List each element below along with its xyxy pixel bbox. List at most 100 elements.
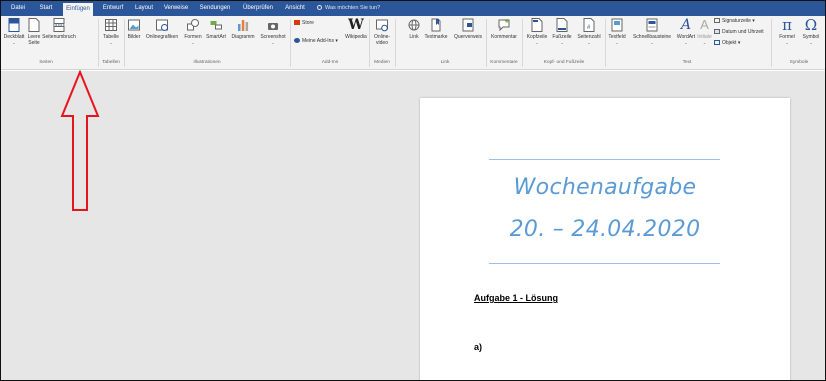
- document-page[interactable]: Wochenaufgabe 20. – 24.04.2020 Aufgabe 1…: [420, 98, 790, 380]
- screenshot-button[interactable]: Screenshot ⌄: [257, 18, 289, 45]
- pi-icon: π: [782, 16, 792, 34]
- tell-me-label: Was möchten Sie tun?: [325, 5, 381, 11]
- blank-page-icon: [28, 18, 40, 32]
- textfeld-button[interactable]: Textfeld ⌄: [606, 18, 628, 45]
- chevron-down-icon: ⌄: [785, 40, 789, 45]
- wikipedia-button[interactable]: W Wikipedia: [344, 18, 368, 40]
- wordart-button[interactable]: A WordArt ⌄: [675, 18, 697, 45]
- fusszeile-button[interactable]: Fußzeile ⌄: [550, 18, 574, 45]
- lightbulb-icon: [317, 5, 322, 11]
- page-break-icon: [53, 18, 65, 32]
- tab-einfuegen[interactable]: Einfügen: [63, 3, 93, 16]
- initiale-button[interactable]: A Initiale ⌄: [696, 18, 713, 46]
- objekt-button[interactable]: Objekt ▾: [714, 40, 740, 47]
- symbol-button[interactable]: Ω Symbol ⌄: [799, 16, 823, 46]
- chevron-down-icon: ⌄: [12, 40, 16, 45]
- document-title-line1: Wochenaufgabe: [513, 175, 697, 200]
- deckblatt-button[interactable]: Deckblatt ⌄: [3, 18, 25, 45]
- picture-icon: [128, 19, 140, 31]
- wikipedia-icon: W: [348, 17, 364, 33]
- chevron-down-icon: ⌄: [684, 40, 688, 45]
- wordart-icon: A: [680, 17, 692, 33]
- cross-reference-icon: [462, 18, 474, 32]
- bilder-button[interactable]: Bilder: [125, 18, 143, 40]
- group-label-link: Link: [440, 60, 450, 65]
- seitenumbruch-label: Seitenumbruch: [42, 34, 76, 40]
- camera-icon: [268, 23, 278, 30]
- group-label-kopf-fuss: Kopf- und Fußzeile: [543, 60, 585, 65]
- diagramm-button[interactable]: Diagramm: [229, 18, 257, 40]
- textmarke-button[interactable]: Textmarke: [421, 18, 451, 40]
- tab-ueberpruefen[interactable]: Überprüfen: [240, 3, 276, 16]
- chevron-down-icon: ⌄: [650, 40, 654, 45]
- addins-icon: [294, 38, 300, 44]
- tab-ansicht[interactable]: Ansicht: [282, 3, 308, 16]
- header-icon: [531, 18, 543, 32]
- group-label-addins: Add-Ins: [321, 60, 339, 65]
- tab-entwurf[interactable]: Entwurf: [99, 3, 127, 16]
- kommentar-button[interactable]: Kommentar: [487, 18, 521, 40]
- onlinegrafiken-button[interactable]: Onlinegrafiken: [143, 18, 181, 40]
- tab-sendungen[interactable]: Sendungen: [197, 3, 233, 16]
- chevron-down-icon: ▾: [333, 38, 338, 44]
- tab-layout[interactable]: Layout: [132, 3, 156, 16]
- chevron-down-icon: ⌄: [809, 40, 813, 45]
- group-label-medien: Medien: [374, 60, 390, 65]
- chevron-down-icon: ⌄: [587, 40, 591, 45]
- group-label-seiten: Seiten: [39, 60, 53, 65]
- leere-seite-button[interactable]: Leere Seite: [26, 18, 42, 46]
- onlinevideo-button[interactable]: Online- video: [371, 18, 393, 46]
- title-rule-top: [489, 159, 720, 160]
- tell-me-search[interactable]: Was möchten Sie tun?: [317, 5, 380, 11]
- chevron-down-icon: ▾: [736, 40, 741, 46]
- online-video-icon: [376, 19, 388, 32]
- group-label-symbole: Symbole: [789, 60, 809, 65]
- datum-uhrzeit-button[interactable]: Datum und Uhrzeit: [714, 29, 764, 36]
- chevron-down-icon: ⌄: [109, 40, 113, 45]
- tab-datei[interactable]: Datei: [7, 3, 29, 16]
- querverweis-button[interactable]: Querverweis: [452, 18, 484, 40]
- group-label-tabellen: Tabellen: [102, 60, 120, 65]
- store-label: Store: [302, 20, 314, 26]
- tabelle-button[interactable]: Tabelle ⌄: [100, 18, 122, 45]
- seitenzahl-button[interactable]: # Seitenzahl ⌄: [574, 18, 604, 45]
- globe-link-icon: [408, 19, 420, 31]
- bookmark-icon: [431, 18, 441, 32]
- wikipedia-label: Wikipedia: [345, 34, 367, 40]
- formen-button[interactable]: Formen ⌄: [181, 18, 205, 45]
- task-item-a: a): [474, 342, 483, 352]
- link-button[interactable]: Link: [407, 18, 421, 40]
- title-rule-bottom: [489, 263, 720, 264]
- textmarke-label: Textmarke: [424, 34, 448, 40]
- chevron-down-icon: ⌄: [535, 40, 539, 45]
- bilder-label: Bilder: [127, 34, 141, 40]
- text-box-icon: [611, 18, 623, 32]
- group-label-illustrationen: Illustrationen: [193, 60, 221, 65]
- omega-icon: Ω: [804, 16, 818, 34]
- smartart-button[interactable]: SmartArt: [204, 18, 228, 40]
- formel-button[interactable]: π Formel ⌄: [775, 16, 799, 46]
- chevron-down-icon: ⌄: [560, 40, 564, 45]
- table-icon: [105, 19, 117, 31]
- chevron-down-icon: ▾: [750, 18, 755, 24]
- signaturzeile-button[interactable]: Signaturzeile ▾: [714, 18, 755, 25]
- store-button[interactable]: Store: [294, 20, 314, 27]
- comment-icon: [498, 19, 510, 32]
- kopfzeile-button[interactable]: Kopfzeile ⌄: [524, 18, 550, 45]
- schnellbausteine-button[interactable]: Schnellbausteine ⌄: [629, 18, 675, 45]
- smartart-label: SmartArt: [206, 34, 226, 40]
- document-workspace[interactable]: Wochenaufgabe 20. – 24.04.2020 Aufgabe 1…: [1, 71, 825, 380]
- online-pictures-icon: [156, 19, 168, 31]
- meine-addins-label: Meine Add-Ins: [302, 38, 334, 44]
- group-separator: [290, 19, 291, 67]
- tab-start[interactable]: Start: [35, 3, 57, 16]
- onlinegrafiken-label: Onlinegrafiken: [145, 34, 179, 40]
- seitenumbruch-button[interactable]: Seitenumbruch: [42, 18, 76, 40]
- group-label-kommentare: Kommentare: [490, 60, 518, 65]
- onlinevideo-label-2: video: [376, 40, 388, 46]
- tab-verweise[interactable]: Verweise: [161, 3, 191, 16]
- kommentar-label: Kommentar: [491, 34, 517, 40]
- meine-addins-button[interactable]: Meine Add-Ins ▾: [294, 38, 338, 45]
- chevron-down-icon: ⌄: [271, 40, 275, 45]
- shapes-icon: [187, 19, 199, 31]
